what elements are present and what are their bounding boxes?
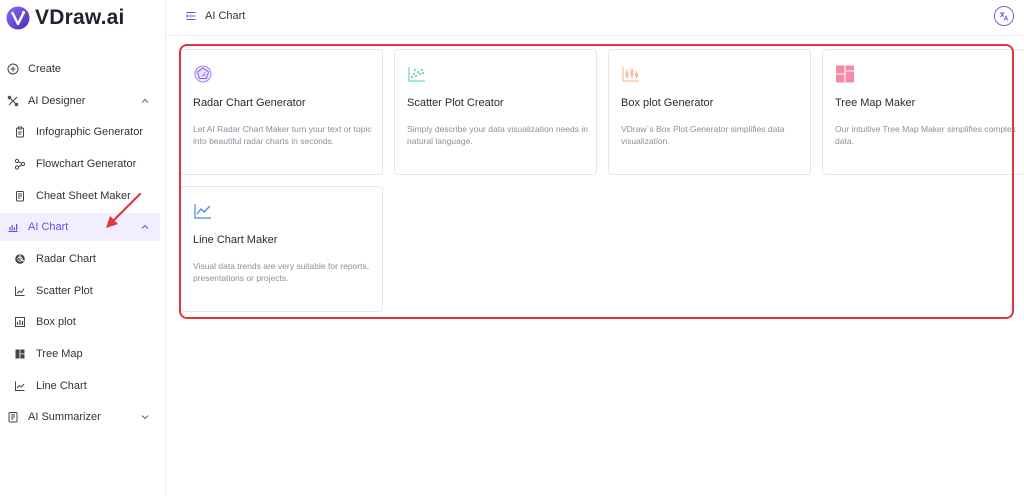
sidebar-item-label: Line Chart (36, 380, 87, 392)
sidebar-item-box-plot[interactable]: Box plot (0, 308, 160, 336)
sidebar-item-label: AI Chart (28, 221, 69, 233)
card-description: VDraw`s Box Plot Generator simplifies da… (621, 124, 785, 146)
page-title: AI Chart (205, 10, 246, 22)
sidebar-item-label: Scatter Plot (36, 285, 93, 297)
sidebar-item-label: Create (28, 63, 62, 75)
line-chart-maker-icon (194, 204, 211, 219)
clipboard-icon (13, 125, 27, 139)
sidebar-item-label: AI Summarizer (28, 411, 101, 423)
sidebar-item-scatter-plot[interactable]: Scatter Plot (0, 277, 160, 305)
radar-chart-icon (194, 65, 212, 83)
document-icon (13, 189, 27, 203)
translate-icon (1000, 12, 1009, 21)
card-scatter-plot-creator[interactable]: Scatter Plot Creator Simply describe you… (394, 49, 597, 175)
sidebar-item-tree-map[interactable]: Tree Map (0, 340, 160, 368)
sidebar-item-label: Cheat Sheet Maker (36, 190, 131, 202)
sidebar-item-label: Infographic Generator (36, 126, 144, 138)
vdraw-logo-icon (6, 6, 30, 30)
tree-map-chart-icon (836, 65, 854, 83)
sidebar-item-ai-summarizer[interactable]: AI Summarizer (0, 403, 160, 431)
line-chart-icon (13, 379, 27, 393)
designer-icon (6, 94, 20, 108)
card-title: Line Chart Maker (193, 234, 278, 246)
sidebar: VDraw.ai Create AI Designer Infographic … (0, 0, 166, 496)
card-tree-map-maker[interactable]: Tree Map Maker Our intuitive Tree Map Ma… (822, 49, 1024, 175)
radar-icon (13, 252, 27, 266)
card-title: Scatter Plot Creator (407, 97, 504, 109)
sidebar-item-flowchart-generator[interactable]: Flowchart Generator (0, 150, 160, 178)
card-description: Simply describe your data visualization … (407, 124, 588, 146)
plus-circle-icon (6, 62, 20, 76)
logo[interactable]: VDraw.ai (6, 5, 125, 31)
card-box-plot-generator[interactable]: Box plot Generator VDraw`s Box Plot Gene… (608, 49, 811, 175)
scatter-plot-icon (408, 67, 425, 82)
sidebar-item-ai-designer[interactable]: AI Designer (0, 87, 160, 115)
chart-tools-grid: Radar Chart Generator Let AI Radar Chart… (167, 37, 1024, 496)
card-title: Tree Map Maker (835, 97, 916, 109)
sidebar-item-line-chart[interactable]: Line Chart (0, 372, 160, 400)
chevron-down-icon[interactable] (140, 412, 150, 422)
top-header: AI Chart (167, 0, 1024, 36)
sidebar-item-label: Box plot (36, 316, 76, 328)
sidebar-item-label: AI Designer (28, 95, 86, 107)
card-description: Our intuitive Tree Map Maker simplifies … (835, 124, 1016, 146)
scatter-icon (13, 284, 27, 298)
sidebar-item-label: Radar Chart (36, 253, 96, 265)
chevron-up-icon[interactable] (140, 96, 150, 106)
card-description: Visual data trends are very suitable for… (193, 261, 370, 283)
menu-toggle-icon[interactable] (186, 11, 196, 21)
flowchart-icon (13, 157, 27, 171)
card-radar-chart-generator[interactable]: Radar Chart Generator Let AI Radar Chart… (180, 49, 383, 175)
sidebar-item-create[interactable]: Create (0, 55, 160, 83)
summary-document-icon (6, 410, 20, 424)
card-line-chart-maker[interactable]: Line Chart Maker Visual data trends are … (180, 186, 383, 312)
box-plot-icon (13, 315, 27, 329)
chevron-up-icon[interactable] (140, 222, 150, 232)
sidebar-item-label: Flowchart Generator (36, 158, 137, 170)
app-name: VDraw.ai (35, 6, 125, 29)
language-switch-button[interactable] (994, 6, 1014, 26)
card-title: Box plot Generator (621, 97, 714, 109)
card-title: Radar Chart Generator (193, 97, 306, 109)
sidebar-item-label: Tree Map (36, 348, 83, 360)
tree-map-icon (13, 347, 27, 361)
sidebar-item-infographic-generator[interactable]: Infographic Generator (0, 118, 160, 146)
sidebar-item-ai-chart[interactable]: AI Chart (0, 213, 160, 241)
box-plot-chart-icon (622, 67, 639, 82)
card-description: Let AI Radar Chart Maker turn your text … (193, 124, 372, 146)
sidebar-item-radar-chart[interactable]: Radar Chart (0, 245, 160, 273)
bar-chart-icon (6, 220, 20, 234)
sidebar-item-cheat-sheet-maker[interactable]: Cheat Sheet Maker (0, 182, 160, 210)
